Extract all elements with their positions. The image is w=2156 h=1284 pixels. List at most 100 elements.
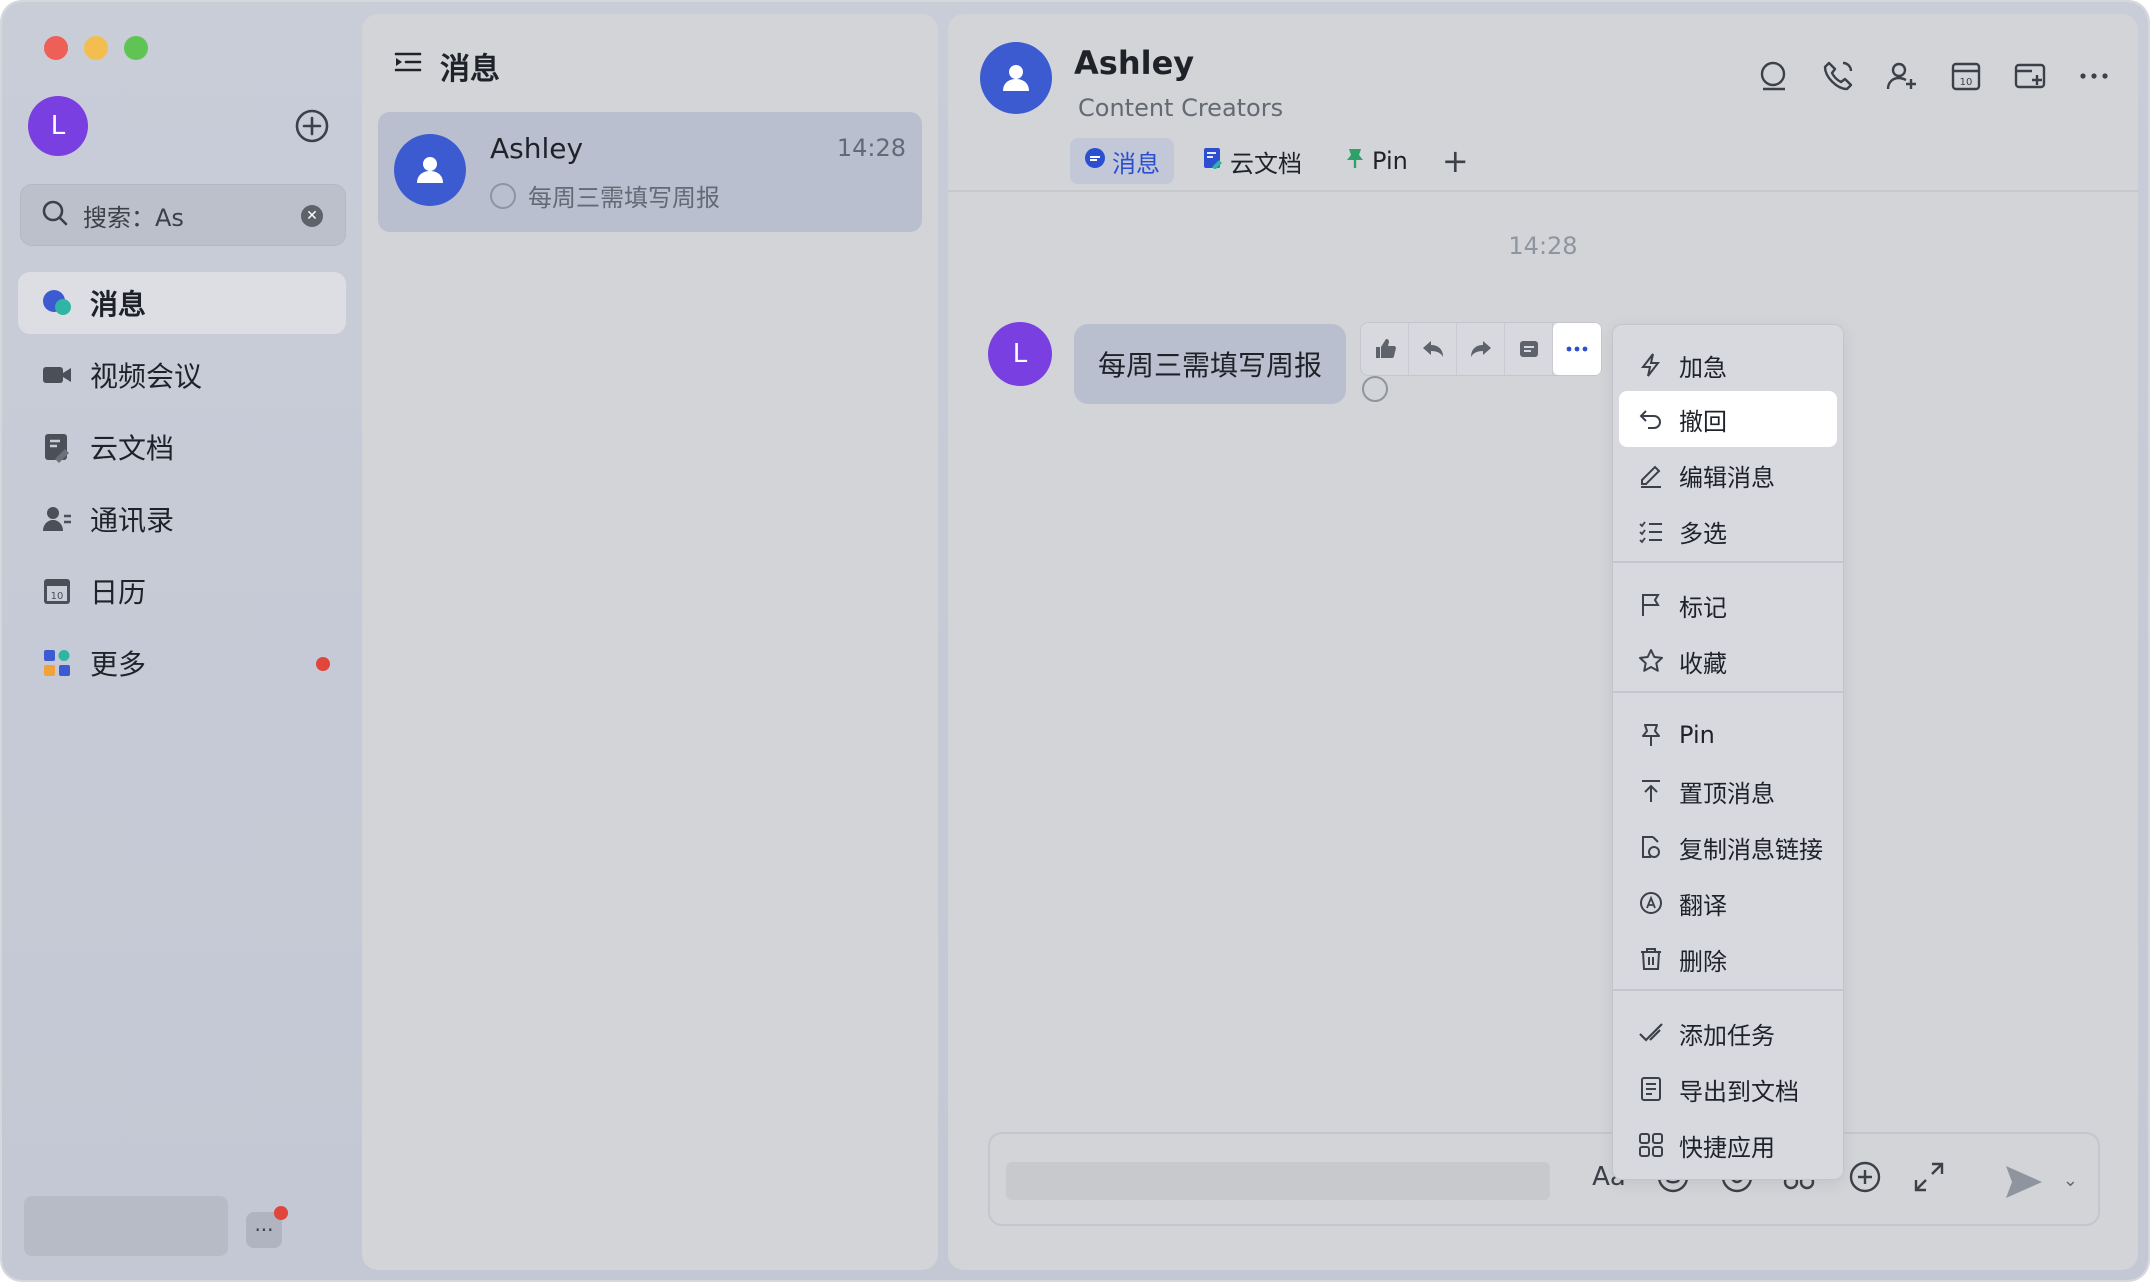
menu-item-multiselect[interactable]: 多选 <box>1619 503 1837 559</box>
chat-list-header: 消息 <box>392 44 500 88</box>
message-input[interactable] <box>1006 1162 1550 1200</box>
tab-pin[interactable]: Pin <box>1330 138 1422 184</box>
pencil-icon <box>1637 461 1665 489</box>
menu-item-recall[interactable]: 撤回 <box>1619 391 1837 447</box>
menu-item-export-doc[interactable]: 导出到文档 <box>1619 1061 1837 1117</box>
chat-name: Ashley <box>490 132 584 165</box>
sidebar-item-label: 更多 <box>90 648 147 681</box>
chevron-down-icon[interactable]: ⌄ <box>2063 1170 2078 1191</box>
close-window-button[interactable] <box>44 36 68 60</box>
checklist-icon <box>1637 517 1665 545</box>
time-divider: 14:28 <box>1508 232 1578 260</box>
chat-bubble-icon <box>40 286 74 320</box>
add-circle-icon[interactable] <box>294 108 330 144</box>
chat-panel: Ashley Content Creators 10 消息 云文档 Pin + … <box>948 14 2138 1270</box>
minimize-window-button[interactable] <box>84 36 108 60</box>
sidebar-item-calendar[interactable]: 10 日历 <box>18 560 346 622</box>
tab-docs[interactable]: 云文档 <box>1188 138 1316 184</box>
reply-icon[interactable] <box>1409 323 1457 375</box>
notification-badge <box>316 657 330 671</box>
sidebar: L 搜索：As ✕ 消息 视频会议 云文档 通讯录 10 日历 更多 ··· <box>2 2 360 1280</box>
menu-item-quick-apps[interactable]: 快捷应用 <box>1619 1117 1837 1173</box>
menu-item-edit[interactable]: 编辑消息 <box>1619 447 1837 503</box>
message-context-menu: 加急 撤回 编辑消息 多选 标记 收藏 Pin 置顶消息 复制消息链接 翻译 删… <box>1612 324 1844 1180</box>
app-window: L 搜索：As ✕ 消息 视频会议 云文档 通讯录 10 日历 更多 ··· 消… <box>2 2 2148 1280</box>
apps-grid-icon <box>40 646 74 680</box>
message-read-status-icon <box>1362 376 1388 402</box>
plus-circle-icon[interactable] <box>1846 1158 1884 1196</box>
search-chat-icon[interactable] <box>1756 58 1792 94</box>
tab-label: 云文档 <box>1230 149 1302 178</box>
undo-icon <box>1637 405 1665 433</box>
forward-icon[interactable] <box>1457 323 1505 375</box>
search-box[interactable]: 搜索：As ✕ <box>20 184 346 246</box>
sidebar-item-docs[interactable]: 云文档 <box>18 416 346 478</box>
document-icon <box>1202 147 1224 175</box>
contact-avatar <box>394 134 466 206</box>
menu-divider <box>1613 989 1843 991</box>
message-bubble[interactable]: 每周三需填写周报 <box>1074 324 1347 404</box>
sidebar-item-label: 日历 <box>90 576 147 609</box>
document-icon <box>40 430 74 464</box>
search-query: 搜索：As <box>83 203 184 232</box>
menu-item-pin[interactable]: Pin <box>1619 707 1837 763</box>
sidebar-item-video-meeting[interactable]: 视频会议 <box>18 344 346 406</box>
menu-item-mark[interactable]: 标记 <box>1619 577 1837 633</box>
user-avatar[interactable]: L <box>28 96 88 156</box>
menu-item-delete[interactable]: 删除 <box>1619 931 1837 987</box>
sidebar-item-messages[interactable]: 消息 <box>18 272 346 334</box>
menu-item-urgent[interactable]: 加急 <box>1619 337 1837 393</box>
expand-icon[interactable] <box>1910 1158 1948 1196</box>
chat-bubble-icon <box>1084 147 1106 175</box>
chat-header-name[interactable]: Ashley <box>1074 44 1194 82</box>
message-composer[interactable]: Aa ⌄ <box>988 1132 2100 1226</box>
more-horizontal-icon[interactable] <box>2076 58 2112 94</box>
more-actions-icon[interactable] <box>1553 323 1601 375</box>
clear-search-icon[interactable]: ✕ <box>301 205 323 227</box>
flag-icon <box>1637 591 1665 619</box>
send-icon[interactable] <box>2002 1160 2046 1204</box>
phone-call-icon[interactable] <box>1820 58 1856 94</box>
video-camera-icon <box>40 358 74 392</box>
add-tab-button[interactable]: + <box>1442 142 1469 180</box>
chat-header-actions: 10 <box>1756 58 2112 94</box>
contacts-icon <box>40 502 74 536</box>
thumbs-up-icon[interactable] <box>1361 323 1409 375</box>
sidebar-item-more[interactable]: 更多 <box>18 632 346 694</box>
chat-preview-text: 每周三需填写周报 <box>528 184 720 212</box>
sidebar-item-contacts[interactable]: 通讯录 <box>18 488 346 550</box>
pin-top-icon <box>1637 777 1665 805</box>
search-icon <box>41 199 69 231</box>
menu-item-translate[interactable]: 翻译 <box>1619 875 1837 931</box>
tab-messages[interactable]: 消息 <box>1070 138 1174 184</box>
menu-item-copy-link[interactable]: 复制消息链接 <box>1619 819 1837 875</box>
sidebar-item-label: 视频会议 <box>90 360 203 393</box>
chat-preview: 每周三需填写周报 <box>490 178 720 213</box>
quick-apps-icon <box>1637 1131 1665 1159</box>
chat-list-item[interactable]: Ashley 14:28 每周三需填写周报 <box>378 112 922 232</box>
add-member-icon[interactable] <box>1884 58 1920 94</box>
chat-header-avatar[interactable] <box>980 42 1052 114</box>
menu-divider <box>1613 691 1843 693</box>
menu-divider <box>1613 561 1843 563</box>
blurred-profile-area <box>24 1196 228 1256</box>
svg-text:10: 10 <box>51 591 64 602</box>
add-tab-icon[interactable] <box>2012 58 2048 94</box>
chat-tabs: 消息 云文档 Pin + <box>1070 138 1469 184</box>
star-icon <box>1637 647 1665 675</box>
menu-item-favorite[interactable]: 收藏 <box>1619 633 1837 689</box>
menu-item-add-task[interactable]: 添加任务 <box>1619 1005 1837 1061</box>
message-sender-avatar[interactable]: L <box>988 322 1052 386</box>
trash-icon <box>1637 945 1665 973</box>
tab-label: Pin <box>1372 147 1408 175</box>
zoom-window-button[interactable] <box>124 36 148 60</box>
more-options-button[interactable]: ··· <box>246 1206 288 1248</box>
pin-icon <box>1344 147 1366 175</box>
notification-badge <box>274 1206 288 1220</box>
translate-icon <box>1637 889 1665 917</box>
quote-icon[interactable] <box>1505 323 1553 375</box>
chat-time: 14:28 <box>836 134 906 162</box>
calendar-event-icon[interactable]: 10 <box>1948 58 1984 94</box>
menu-item-pin-top[interactable]: 置顶消息 <box>1619 763 1837 819</box>
collapse-list-icon[interactable] <box>392 46 424 86</box>
